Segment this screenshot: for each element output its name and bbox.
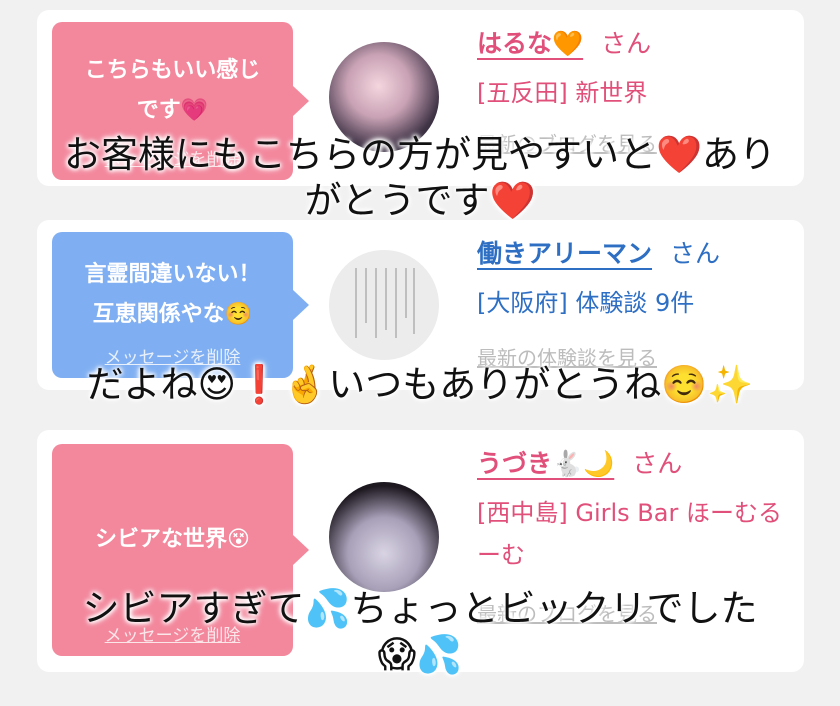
message-bubble: 言霊間違いない！ 互恵関係やな☺️ メッセージを削除: [52, 232, 309, 378]
handwritten-note-image: [351, 268, 417, 342]
profile-name-link[interactable]: はるな🧡: [477, 29, 583, 58]
caption-overlay: だよね😍❗️🤞いつもありがとうね☺️✨: [0, 362, 840, 408]
profile-info: 働きアリーマン さん [大阪府] 体験談 9件: [477, 236, 784, 324]
avatar[interactable]: [329, 482, 439, 592]
caption-overlay: シビアすぎて💦ちょっとビックリでした 😱💦: [0, 586, 840, 678]
name-line: うづき🐇🌙 さん: [477, 446, 784, 482]
shop-info: [大阪府] 体験談 9件: [477, 289, 695, 317]
caption-line: がとうです❤️: [304, 179, 536, 222]
shop-info: [西中島] Girls Bar ほーむるーむ: [477, 499, 782, 569]
profile-info: はるな🧡 さん [五反田] 新世界: [477, 26, 784, 114]
message-line: です💗: [136, 98, 209, 123]
avatar[interactable]: [329, 250, 439, 360]
caption-line: お客様にもこちらの方が見やすいと❤️あり: [63, 133, 777, 176]
honorific: さん: [632, 449, 683, 478]
profile-name-link[interactable]: 働きアリーマン: [477, 239, 652, 268]
message-line: 言霊間違いない！: [84, 262, 261, 287]
name-line: はるな🧡 さん: [477, 26, 784, 62]
shop-info: [五反田] 新世界: [477, 79, 648, 107]
profile-info: うづき🐇🌙 さん [西中島] Girls Bar ほーむるーむ: [477, 446, 784, 576]
message-line: 互恵関係やな☺️: [92, 302, 253, 327]
message-text: こちらもいい感じ です💗: [73, 51, 273, 131]
name-line: 働きアリーマン さん: [477, 236, 784, 272]
caption-overlay: お客様にもこちらの方が見やすいと❤️あり がとうです❤️: [0, 132, 840, 224]
honorific: さん: [601, 29, 652, 58]
profile-name-link[interactable]: うづき🐇🌙: [477, 449, 614, 478]
message-text: シビアな世界😵: [73, 520, 273, 560]
message-text: 言霊間違いない！ 互恵関係やな☺️: [73, 255, 273, 335]
caption-line: シビアすぎて💦ちょっとビックリでした: [82, 587, 758, 630]
honorific: さん: [670, 239, 721, 268]
caption-line: だよね😍❗️🤞いつもありがとうね☺️✨: [86, 363, 754, 406]
message-line: シビアな世界😵: [95, 527, 250, 552]
message-line: こちらもいい感じ: [84, 58, 261, 83]
caption-line: 😱💦: [377, 633, 463, 676]
